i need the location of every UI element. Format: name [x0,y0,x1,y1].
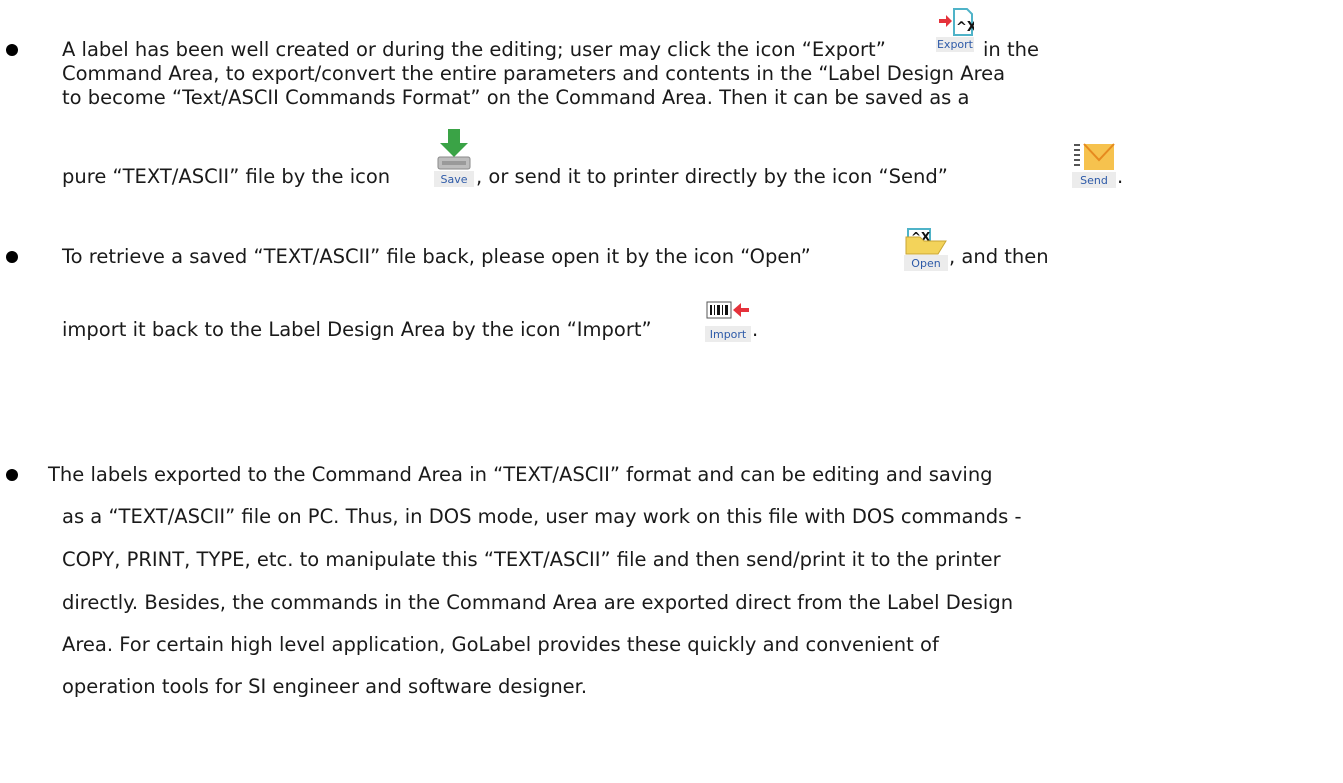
paragraph-line: as a “TEXT/ASCII” file on PC. Thus, in D… [62,505,1022,528]
svg-text:^X: ^X [956,20,974,35]
paragraph-line: Area. For certain high level application… [62,633,939,656]
paragraph-line: import it back to the Label Design Area … [62,318,652,341]
send-label: Send [1080,174,1108,187]
import-icon [706,301,749,319]
paragraph-line: . [752,318,759,341]
paragraph-line: To retrieve a saved “TEXT/ASCII” file ba… [62,245,811,268]
send-button[interactable]: Send [1072,140,1116,188]
export-icon: ^X [939,8,974,36]
bullet-point [6,251,18,263]
import-button[interactable]: Import [705,296,751,344]
export-label: Export [936,38,973,51]
save-button[interactable]: Save [434,125,474,187]
paragraph-line: in the [983,38,1039,61]
paragraph-line: Command Area, to export/convert the enti… [62,62,1006,85]
paragraph-line: directly. Besides, the commands in the C… [62,591,1014,614]
paragraph-line: . [1117,165,1124,188]
paragraph-line: pure “TEXT/ASCII” file by the icon [62,165,391,188]
open-button[interactable]: ^X Open [904,223,948,271]
bullet-point [6,44,18,56]
paragraph-line: , or send it to printer directly by the … [476,165,948,188]
send-icon [1074,143,1115,170]
paragraph-line: The labels exported to the Command Area … [48,463,993,486]
paragraph-line: to become “Text/ASCII Commands Format” o… [62,86,970,109]
paragraph-line: operation tools for SI engineer and soft… [62,675,588,698]
save-label: Save [440,173,468,186]
open-label: Open [911,257,941,270]
export-button[interactable]: ^X Export [936,5,974,52]
paragraph-line: , and then [949,245,1049,268]
import-label: Import [709,328,747,341]
paragraph-line: COPY, PRINT, TYPE, etc. to manipulate th… [62,548,1001,571]
paragraph-line: A label has been well created or during … [62,38,886,61]
open-icon: ^X [905,228,947,255]
bullet-point [6,469,18,481]
save-icon [437,129,471,170]
